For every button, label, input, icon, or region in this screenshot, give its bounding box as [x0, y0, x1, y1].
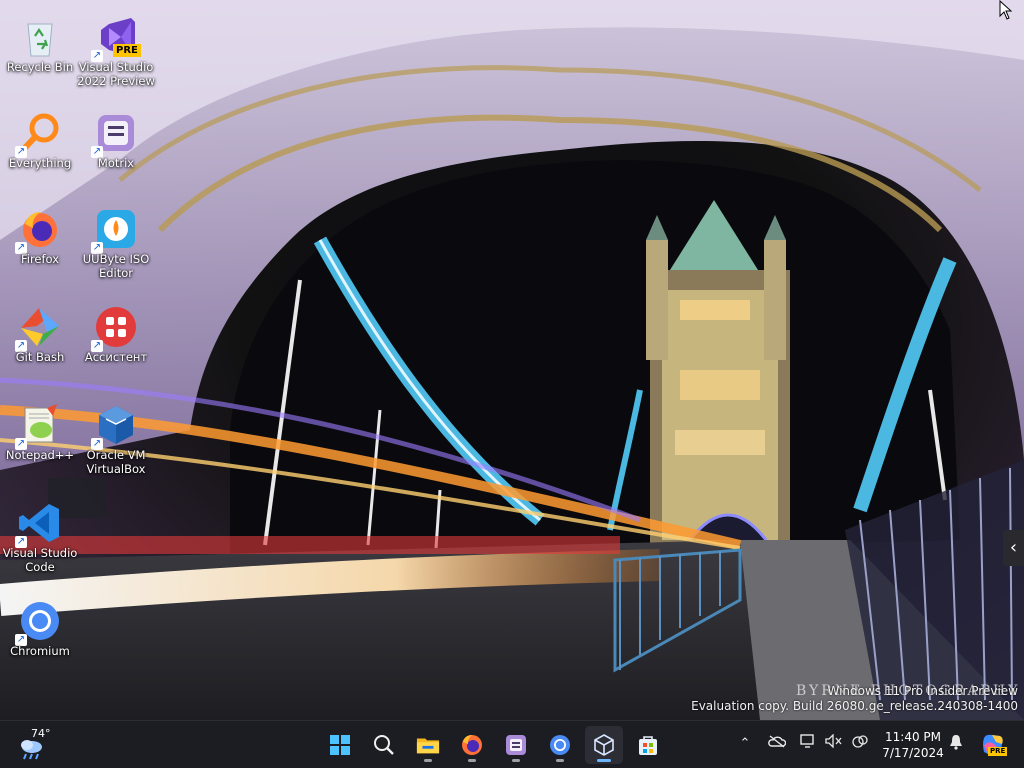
running-indicator [512, 759, 520, 762]
taskbar-start-button[interactable] [321, 726, 359, 764]
watermark-edition: Windows 11 Pro Insider Preview [827, 684, 1018, 698]
bell-icon[interactable] [946, 734, 966, 754]
mouse-cursor-icon [999, 0, 1013, 20]
running-indicator [468, 759, 476, 762]
desktop-icon-label: Notepad++ [5, 448, 75, 462]
running-indicator [424, 759, 432, 762]
search-icon [372, 733, 396, 757]
windows-watermark: Windows 11 Pro Insider Preview Evaluatio… [691, 684, 1018, 714]
taskbar: 74° ⌃ 11:40 PM 7/17/2024 PRE [0, 720, 1024, 768]
desktop-icon-label: Visual Studio 2022 Preview [77, 60, 155, 88]
desktop-icon-label: Everything [8, 156, 72, 170]
preview-badge: PRE [113, 44, 141, 57]
weather-temp: 74° [31, 727, 51, 740]
copilot-button[interactable]: PRE [980, 732, 1008, 758]
taskbar-search-button[interactable] [365, 726, 403, 764]
taskbar-motrix-button[interactable] [497, 726, 535, 764]
motrix-icon [504, 733, 528, 757]
desktop-icon-recycle-bin[interactable]: Recycle Bin [0, 8, 80, 98]
desktop-icon-assistant[interactable]: ↗ Ассистент [76, 298, 156, 388]
security-icon[interactable] [850, 734, 870, 754]
vscode-icon: ↗ [15, 500, 63, 548]
firefox-icon: ↗ [15, 206, 63, 254]
virtualbox-icon: ↗ [91, 402, 139, 450]
copilot-pre-badge: PRE [988, 747, 1008, 756]
system-clock[interactable]: 11:40 PM 7/17/2024 [878, 729, 948, 761]
chromium-icon: ↗ [15, 598, 63, 646]
desktop-icon-label: Recycle Bin [6, 60, 74, 74]
desktop-icon-label: UUByte ISO Editor [82, 252, 150, 280]
desktop-icon-chromium[interactable]: ↗ Chromium [0, 592, 80, 682]
taskbar-virtualbox-button[interactable] [585, 726, 623, 764]
assistant-icon: ↗ [91, 304, 139, 352]
store-icon [636, 733, 660, 757]
taskbar-chromium-button[interactable] [541, 726, 579, 764]
running-indicator [597, 759, 611, 762]
desktop-icon-git-bash[interactable]: ↗ Git Bash [0, 298, 80, 388]
desktop-icon-virtualbox[interactable]: ↗ Oracle VM VirtualBox [76, 396, 156, 486]
everything-search-icon: ↗ [15, 110, 63, 158]
taskbar-file-explorer-button[interactable] [409, 726, 447, 764]
taskbar-store-button[interactable] [629, 726, 667, 764]
network-icon[interactable] [798, 734, 818, 754]
desktop-icon-motrix[interactable]: ↗ Motrix [76, 104, 156, 194]
visual-studio-preview-icon: ↗ PRE [91, 14, 141, 62]
widget-flyout-handle[interactable]: ‹ [1003, 530, 1024, 566]
firefox-icon [460, 733, 484, 757]
desktop-icon-label: Visual Studio Code [2, 546, 78, 574]
desktop-icon-uubyte-iso-editor[interactable]: ↗ UUByte ISO Editor [76, 200, 156, 290]
weather-widget[interactable]: 74° [14, 725, 62, 765]
desktop-icon-label: Chromium [10, 644, 70, 658]
motrix-icon: ↗ [91, 110, 139, 158]
notepadpp-icon: ↗ [15, 402, 63, 450]
desktop-icon-label: Firefox [20, 252, 60, 266]
desktop-icon-label: Oracle VM VirtualBox [86, 448, 146, 476]
windows-start-icon [328, 733, 352, 757]
chromium-icon [548, 733, 572, 757]
clock-time: 11:40 PM [885, 730, 941, 744]
desktop-icon-label: Motrix [97, 156, 135, 170]
watermark-build: Evaluation copy. Build 26080.ge_release.… [691, 699, 1018, 713]
running-indicator [556, 759, 564, 762]
volume-muted-icon[interactable] [824, 733, 844, 754]
desktop-icon-visual-studio-preview[interactable]: ↗ PRE Visual Studio 2022 Preview [76, 8, 156, 98]
onedrive-icon[interactable] [767, 734, 787, 754]
folder-icon [416, 733, 440, 757]
desktop-icon-vscode[interactable]: ↗ Visual Studio Code [0, 494, 80, 584]
desktop-icon-label: Ассистент [84, 350, 148, 364]
uubyte-iso-editor-icon: ↗ [91, 206, 139, 254]
virtualbox-icon [592, 733, 616, 757]
recycle-bin-icon [17, 14, 63, 60]
taskbar-firefox-button[interactable] [453, 726, 491, 764]
chevron-up-icon[interactable]: ⌃ [735, 734, 755, 754]
desktop-icon-firefox[interactable]: ↗ Firefox [0, 200, 80, 290]
desktop-icon-notepadpp[interactable]: ↗ Notepad++ [0, 396, 80, 486]
git-bash-icon: ↗ [15, 304, 63, 352]
desktop-icon-everything-search[interactable]: ↗ Everything [0, 104, 80, 194]
desktop-icon-label: Git Bash [15, 350, 65, 364]
clock-date: 7/17/2024 [882, 746, 944, 760]
